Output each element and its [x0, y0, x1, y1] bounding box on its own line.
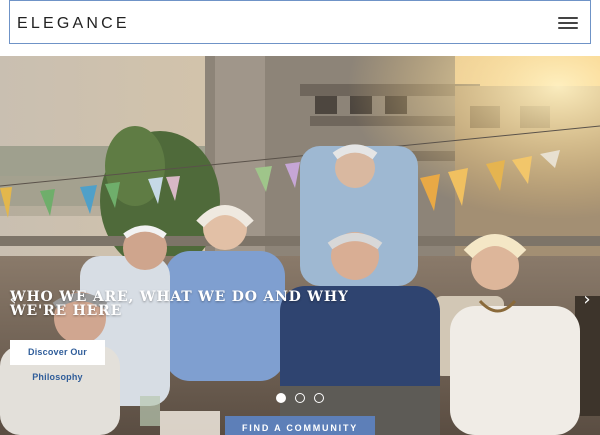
- find-community-button[interactable]: FIND A COMMUNITY: [225, 416, 375, 435]
- carousel-dot[interactable]: [276, 393, 286, 403]
- menu-line: [558, 27, 578, 29]
- menu-line: [558, 22, 578, 24]
- hamburger-menu-icon[interactable]: [558, 16, 578, 30]
- site-header: ELEGANCE: [9, 0, 591, 44]
- carousel-dot[interactable]: [314, 393, 324, 403]
- carousel-dot[interactable]: [295, 393, 305, 403]
- hero-carousel: ‹ › WHO WE ARE, WHAT WE DO AND WHY WE'RE…: [0, 56, 600, 435]
- chevron-right-icon[interactable]: ›: [580, 291, 594, 309]
- discover-philosophy-button[interactable]: Discover Our Philosophy: [10, 340, 105, 382]
- hero-photo: [0, 56, 600, 435]
- menu-line: [558, 17, 578, 19]
- hero-title: WHO WE ARE, WHAT WE DO AND WHY WE'RE HER…: [10, 289, 349, 319]
- brand-logo[interactable]: ELEGANCE: [17, 15, 130, 33]
- carousel-indicators: [276, 393, 324, 403]
